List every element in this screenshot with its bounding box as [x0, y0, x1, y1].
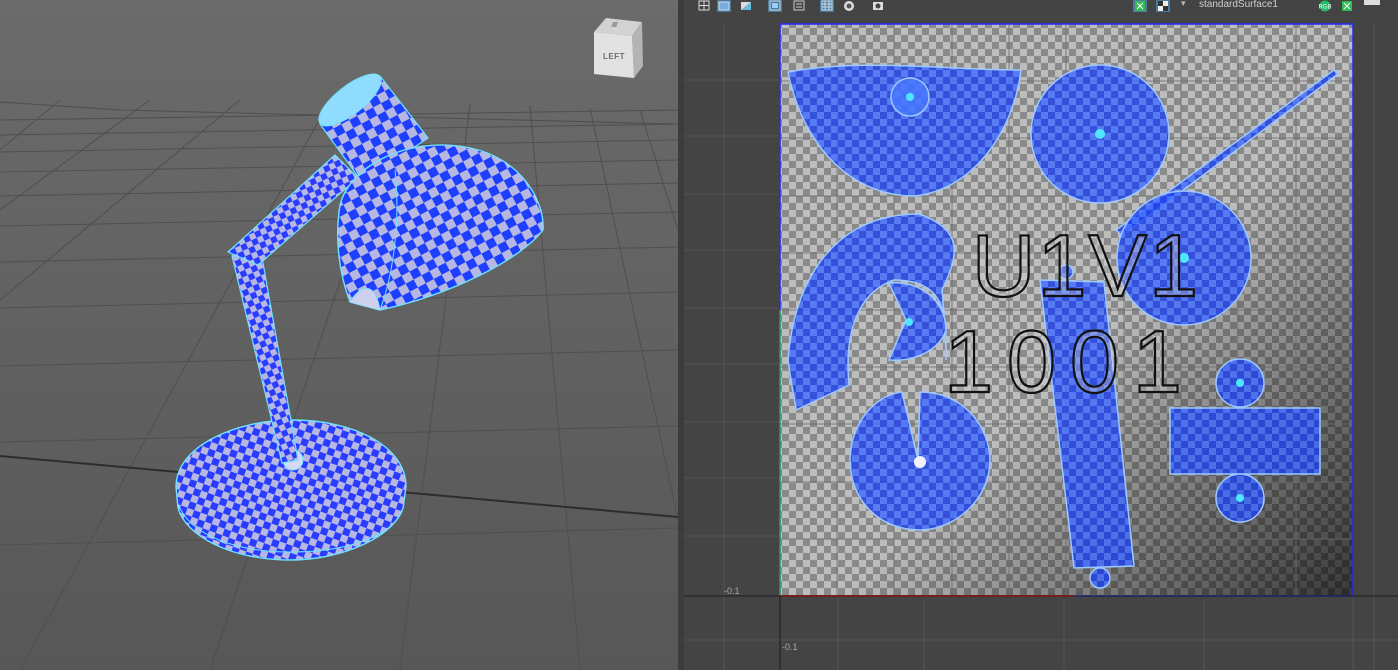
uv-canvas[interactable]: U1V1 1001: [684, 0, 1398, 670]
dropdown-arrow-icon[interactable]: ▾: [1181, 0, 1186, 9]
checker-icon[interactable]: [1133, 0, 1147, 12]
snapshot-icon[interactable]: [792, 0, 806, 12]
rgb-channels-icon[interactable]: RGB: [1316, 0, 1334, 12]
toolbar-slider[interactable]: [1364, 0, 1380, 5]
uv-shell-neck-strip: [1169, 407, 1321, 475]
distortion-icon[interactable]: [842, 0, 856, 12]
alpha-channel-icon[interactable]: [1340, 0, 1354, 12]
view-cube-label[interactable]: LEFT: [603, 52, 625, 61]
checker-map-icon[interactable]: [1156, 0, 1170, 12]
tile-label-udim: U1V1: [972, 216, 1200, 315]
viewport-scene: [0, 0, 678, 670]
camera-icon[interactable]: [871, 0, 885, 12]
tile-label-number: 1001: [944, 312, 1196, 411]
uv-editor-panel[interactable]: U1V1 1001 -0.1 -0.1 ▾ standardSurface1 R…: [684, 0, 1398, 670]
axis-label-left: -0.1: [724, 586, 740, 596]
shade-icon[interactable]: [739, 0, 753, 12]
perspective-viewport[interactable]: LEFT: [0, 0, 678, 670]
uv-shell-icon[interactable]: [717, 0, 731, 12]
uv-grid-icon[interactable]: [820, 0, 834, 12]
uv-toolbar: ▾ standardSurface1 RGB: [684, 0, 1398, 16]
view-cube[interactable]: [588, 14, 646, 80]
frame-icon[interactable]: [768, 0, 782, 12]
axis-label-bottom: -0.1: [782, 642, 798, 652]
svg-text:RGB: RGB: [1318, 5, 1331, 11]
shader-name-label[interactable]: standardSurface1: [1199, 0, 1278, 10]
grid-icon[interactable]: [697, 0, 711, 12]
